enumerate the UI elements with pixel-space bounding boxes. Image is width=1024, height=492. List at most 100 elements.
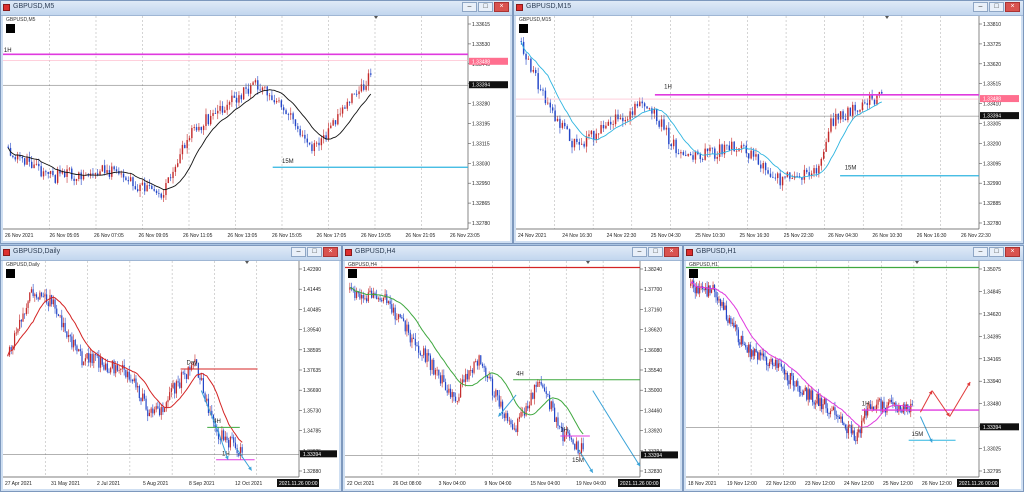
- candle-body: [610, 121, 612, 125]
- bid-price-label: 1.33488: [472, 59, 490, 65]
- candle-body: [774, 177, 777, 179]
- candle-body: [764, 163, 767, 171]
- chart-window-h1[interactable]: GBPUSD,H1 – □ × 1.35075 1.34845 1.34620 1.3…: [683, 245, 1024, 492]
- current-price-label: 1.33394: [303, 452, 321, 458]
- candle-body: [23, 158, 26, 165]
- candle-body: [740, 145, 743, 149]
- time-axis-label: 26 Nov 16:30: [917, 233, 947, 239]
- price-chart-h4[interactable]: 1.38240 1.37700 1.37160 1.36620 1.36080 1.355…: [345, 261, 680, 489]
- minimize-button[interactable]: –: [462, 2, 477, 12]
- candle-body: [351, 93, 353, 103]
- candle-body: [421, 354, 423, 356]
- candle-body: [34, 294, 36, 297]
- candle-body: [468, 370, 470, 380]
- candle-body: [865, 410, 867, 416]
- one-click-trade-icon[interactable]: [6, 269, 15, 278]
- chart-window-daily[interactable]: GBPUSD,Daily – □ × 1.42390 1.41445 1.40485…: [0, 245, 342, 492]
- candle-body: [22, 313, 24, 322]
- candle-body: [229, 436, 231, 448]
- one-click-trade-icon[interactable]: [519, 24, 528, 33]
- candle-body: [99, 357, 102, 368]
- chart-plot-area[interactable]: 1.336151.335301.334451.333651.332801.331…: [3, 16, 510, 241]
- maximize-button[interactable]: □: [648, 247, 663, 257]
- price-chart-m5[interactable]: 1.336151.335301.334451.333651.332801.331…: [3, 16, 510, 241]
- candle-body: [82, 175, 85, 180]
- one-click-trade-icon[interactable]: [6, 24, 15, 33]
- close-button[interactable]: ×: [664, 247, 679, 257]
- price-chart-h1[interactable]: 1.35075 1.34845 1.34620 1.34395 1.34165 1.339…: [686, 261, 1021, 489]
- chart-window-m15[interactable]: GBPUSD,M15 – □ × 1.33810 1.33725 1.33620 1.…: [513, 0, 1024, 244]
- candle-body: [49, 295, 51, 307]
- candle-body: [668, 127, 670, 145]
- candle-body: [254, 80, 257, 83]
- maximize-button[interactable]: □: [478, 2, 493, 12]
- candle-body: [537, 73, 539, 90]
- time-axis-label: 26 Nov 12:00: [922, 481, 952, 487]
- candle-body: [478, 355, 480, 366]
- candle-body: [512, 424, 514, 430]
- candle-body: [561, 122, 564, 128]
- minimize-button[interactable]: –: [291, 247, 306, 257]
- candle-body: [66, 169, 68, 177]
- title-bar[interactable]: GBPUSD,M5 – □ ×: [1, 1, 512, 16]
- price-chart-daily[interactable]: 1.42390 1.41445 1.40485 1.39540 1.38595 1.376…: [3, 261, 339, 489]
- candle-body: [40, 166, 42, 177]
- candle-body: [365, 86, 367, 90]
- candle-body: [853, 430, 855, 441]
- minimize-button[interactable]: –: [632, 247, 647, 257]
- one-click-trade-icon[interactable]: [348, 269, 357, 278]
- price-axis-label: 1.33480: [983, 402, 1001, 408]
- candle-body: [716, 156, 718, 159]
- chart-symbol-label: GBPUSD,H4: [348, 262, 377, 268]
- candle-body: [139, 184, 141, 192]
- one-click-trade-icon[interactable]: [689, 269, 698, 278]
- candle-body: [530, 392, 532, 406]
- chart-plot-area[interactable]: 1.38240 1.37700 1.37160 1.36620 1.36080 1.355…: [345, 261, 680, 489]
- candle-body: [858, 429, 860, 433]
- chart-plot-area[interactable]: 1.35075 1.34845 1.34620 1.34395 1.34165 1.339…: [686, 261, 1021, 489]
- title-bar[interactable]: GBPUSD,H4 – □ ×: [343, 246, 682, 261]
- candle-body: [887, 402, 890, 406]
- candle-body: [413, 337, 415, 339]
- price-chart-m15[interactable]: 1.338101.337251.336201.335151.334101.333…: [516, 16, 1021, 241]
- candle-body: [837, 415, 839, 418]
- maximize-button[interactable]: □: [989, 2, 1004, 12]
- chart-plot-area[interactable]: 1.33810 1.33725 1.33620 1.33515 1.33410 1.333…: [516, 16, 1021, 241]
- candle-body: [556, 118, 559, 121]
- title-bar[interactable]: GBPUSD,M15 – □ ×: [514, 1, 1023, 16]
- candle-body: [44, 294, 46, 297]
- chart-window-m5[interactable]: GBPUSD,M5 – □ × 1.33615 1.33530 1.33445 1.3…: [0, 0, 513, 244]
- chart-window-h4[interactable]: GBPUSD,H4 – □ × 1.38240 1.37700 1.37160 1.3…: [342, 245, 683, 492]
- minimize-button[interactable]: –: [973, 247, 988, 257]
- candle-body: [751, 350, 753, 357]
- chart-plot-area[interactable]: 1.42390 1.41445 1.40485 1.39540 1.38595 1.376…: [3, 261, 339, 489]
- title-bar[interactable]: GBPUSD,H1 – □ ×: [684, 246, 1023, 261]
- candle-body: [701, 159, 704, 160]
- candle-body: [280, 100, 283, 108]
- candle-body: [372, 293, 374, 298]
- close-button[interactable]: ×: [323, 247, 338, 257]
- candle-body: [91, 353, 93, 364]
- candle-body: [689, 153, 692, 156]
- close-button[interactable]: ×: [1005, 247, 1020, 257]
- candle-body: [904, 404, 906, 410]
- candle-body: [108, 371, 110, 373]
- chart-symbol-label: GBPUSD,M5: [6, 17, 36, 23]
- minimize-button[interactable]: –: [973, 2, 988, 12]
- time-axis-label: 26 Oct 08:00: [393, 481, 422, 487]
- time-axis-label: 19 Nov 04:00: [576, 481, 606, 487]
- candle-body: [768, 361, 771, 366]
- candle-body: [496, 390, 499, 396]
- close-button[interactable]: ×: [494, 2, 509, 12]
- candle-body: [761, 353, 763, 356]
- candle-body: [694, 287, 696, 294]
- title-bar[interactable]: GBPUSD,Daily – □ ×: [1, 246, 341, 261]
- candle-body: [433, 359, 435, 375]
- close-button[interactable]: ×: [1005, 2, 1020, 12]
- price-axis-label: 1.34395: [983, 334, 1001, 340]
- candle-body: [180, 372, 183, 388]
- maximize-button[interactable]: □: [307, 247, 322, 257]
- maximize-button[interactable]: □: [989, 247, 1004, 257]
- price-axis-label: 1.42390: [303, 267, 321, 273]
- candle-body: [551, 107, 554, 111]
